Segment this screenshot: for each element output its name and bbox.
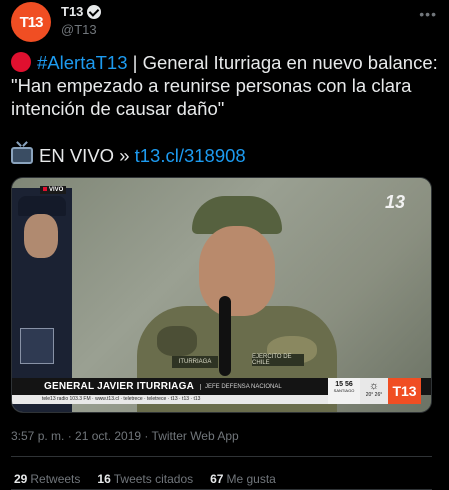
- lower-third-role: JEFE DEFENSA NACIONAL: [200, 383, 282, 390]
- display-name[interactable]: T13: [61, 4, 83, 19]
- tweet-timestamp[interactable]: 3:57 p. m. · 21 oct. 2019 · Twitter Web …: [11, 429, 239, 443]
- microphone-icon: [219, 296, 231, 376]
- author-name-row[interactable]: T13: [61, 4, 102, 19]
- t13-logo: T13: [388, 378, 421, 404]
- clock-box: 15 56 SANTIAGO: [328, 378, 360, 404]
- lower-third-name: GENERAL JAVIER ITURRIAGA: [44, 381, 195, 392]
- article-link[interactable]: t13.cl/318908: [135, 145, 246, 166]
- red-circle-emoji-icon: [11, 52, 31, 72]
- tweet-header: T13 T13 @T13 •••: [11, 2, 439, 42]
- divider: [11, 456, 432, 457]
- video-thumbnail[interactable]: ITURRIAGA EJERCITO DE CHILE VIVO 13 GENE…: [11, 177, 432, 413]
- name-tag-right: EJERCITO DE CHILE: [252, 354, 304, 366]
- hashtag-link[interactable]: #AlertaT13: [37, 52, 128, 73]
- weather-box: ☼ 20° 26°: [360, 378, 388, 404]
- tweet-body: #AlertaT13 | General Iturriaga en nuevo …: [11, 51, 439, 120]
- author-handle[interactable]: @T13: [61, 22, 97, 37]
- name-tag-left: ITURRIAGA: [172, 356, 218, 368]
- news-ticker: tele13 radio 103.3 FM · www.t13.cl · tel…: [12, 395, 328, 404]
- likes-stat[interactable]: 67 Me gusta: [210, 472, 276, 486]
- quote-tweets-stat[interactable]: 16 Tweets citados: [97, 472, 193, 486]
- sun-icon: ☼: [368, 380, 380, 392]
- clock-time: 15 56: [335, 381, 353, 388]
- channel-watermark: 13: [384, 192, 405, 212]
- live-badge: VIVO: [40, 186, 67, 194]
- engagement-stats: 29 Retweets 16 Tweets citados 67 Me gusta: [14, 472, 276, 486]
- live-line: EN VIVO » t13.cl/318908: [11, 144, 246, 167]
- more-options-icon[interactable]: •••: [419, 6, 437, 22]
- verified-badge-icon: [87, 4, 102, 19]
- weather-temps: 20° 26°: [365, 392, 383, 398]
- retweets-stat[interactable]: 29 Retweets: [14, 472, 80, 486]
- live-prefix: EN VIVO »: [39, 145, 130, 166]
- avatar[interactable]: T13: [11, 2, 51, 42]
- television-emoji-icon: [11, 147, 33, 164]
- clock-city: SANTIAGO: [333, 388, 355, 393]
